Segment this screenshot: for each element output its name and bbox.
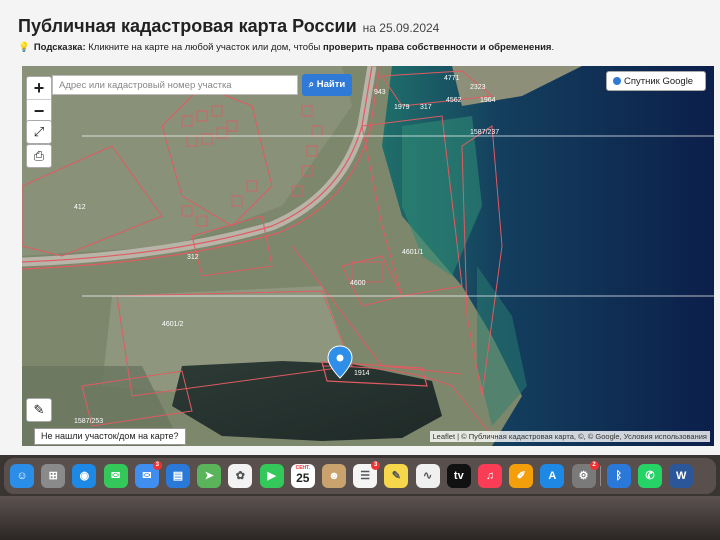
map-label: 943: [374, 89, 386, 96]
map-label: 1587/253: [74, 418, 103, 425]
laptop-bezel: [0, 496, 720, 540]
zoom-out-button[interactable]: −: [27, 99, 51, 122]
dock-pages-icon[interactable]: ✐: [509, 464, 534, 488]
map-label: 317: [420, 104, 432, 111]
hint-link[interactable]: проверить права собственности и обремене…: [323, 42, 551, 53]
dock-app-store-icon[interactable]: A: [540, 464, 565, 488]
search-input[interactable]: [52, 75, 298, 95]
map-label: 4771: [444, 75, 460, 82]
map-label: 1979: [394, 104, 410, 111]
search-icon: ⌕: [308, 79, 315, 90]
dock-freeform-icon[interactable]: ∿: [415, 464, 440, 488]
map-label: 4600: [350, 280, 366, 287]
cadastral-map[interactable]: 412 312 4601/1 4601/2 4600 1587/237 1587…: [22, 66, 714, 446]
zoom-in-button[interactable]: +: [27, 77, 51, 99]
dock-reminders-icon[interactable]: ☰ 3: [353, 461, 381, 488]
fullscreen-icon[interactable]: ⤢: [26, 120, 52, 144]
dock-contacts-icon[interactable]: ☻: [322, 464, 346, 488]
dock-launchpad-icon[interactable]: ⊞: [41, 464, 66, 488]
map-label: 412: [74, 204, 86, 211]
map-label: 1587/237: [470, 129, 499, 136]
map-label: 4601/2: [162, 321, 184, 328]
draw-pencil-icon[interactable]: ✎: [26, 398, 52, 422]
dock-apple-tv-icon[interactable]: tv: [446, 464, 471, 488]
map-label: 2323: [470, 84, 486, 91]
dock-mail-icon[interactable]: ✉ 3: [134, 461, 162, 488]
map-label: 1914: [354, 370, 370, 377]
calendar-day: 25: [296, 471, 310, 485]
dock-calendar-icon[interactable]: СЕНТ. 25: [290, 464, 315, 488]
hint-label: Подсказка:: [33, 42, 86, 53]
find-button[interactable]: ⌕ Найти: [302, 74, 352, 96]
notification-badge: 2: [589, 461, 599, 470]
dock-whatsapp-icon[interactable]: ✆: [638, 464, 662, 488]
dock-maps-icon[interactable]: ➤: [197, 464, 222, 488]
layer-select[interactable]: Спутник Google: [606, 71, 706, 91]
notification-badge: 3: [371, 461, 381, 470]
dock-bluetooth-icon[interactable]: ᛒ: [606, 464, 631, 488]
dock-music-icon[interactable]: ♫: [478, 464, 502, 488]
layer-select-label: Спутник Google: [624, 76, 694, 87]
dock-finder-icon[interactable]: ☺: [10, 464, 34, 488]
map-label: 312: [187, 254, 199, 261]
dock-safari-icon[interactable]: ◉: [72, 464, 97, 488]
print-icon[interactable]: ⎙: [26, 144, 52, 168]
radio-icon: [613, 77, 621, 85]
hint: 💡 Подсказка: Кликните на карте на любой у…: [18, 42, 554, 53]
hint-end: .: [551, 42, 555, 53]
map-label: 4601/1: [402, 249, 424, 256]
zoom-control: + −: [26, 76, 52, 123]
page-date: на 25.09.2024: [362, 21, 440, 35]
dock-facetime-icon[interactable]: ▶: [259, 464, 284, 488]
find-button-label: Найти: [316, 79, 346, 90]
hint-text: Кликните на карте на любой участок или д…: [88, 42, 321, 53]
lightbulb-icon: 💡: [18, 42, 30, 53]
dock-messages-icon[interactable]: ✉: [103, 464, 128, 488]
dock-word-icon[interactable]: W: [669, 464, 694, 488]
dock-keynote-icon[interactable]: ▤: [166, 464, 190, 488]
browser-page: Публичная кадастровая карта России на 25.…: [0, 0, 720, 455]
map-attribution: Leaflet | © Публичная кадастровая карта,…: [429, 431, 710, 442]
dock-photos-icon[interactable]: ✿: [228, 464, 253, 488]
map-label: 4562: [446, 97, 462, 104]
satellite-imagery: 412 312 4601/1 4601/2 4600 1587/237 1587…: [22, 66, 714, 446]
dock-system-settings-icon[interactable]: ⚙ 2: [571, 461, 599, 488]
map-label: 1964: [480, 97, 496, 104]
dock-separator: [599, 466, 601, 486]
page-title-text: Публичная кадастровая карта России: [18, 16, 357, 36]
not-found-link[interactable]: Не нашли участок/дом на карте?: [34, 428, 186, 445]
page-title: Публичная кадастровая карта России на 25.…: [18, 16, 439, 37]
notification-badge: 3: [152, 461, 162, 470]
mac-dock: ☺ ⊞ ◉ ✉ ✉ 3 ▤ ➤ ✿ ▶ СЕНТ. 25 ☻ ☰ 3 ✎ ∿ tv ♫ ✐ A ⚙ 2 ᛒ ✆ W: [4, 458, 716, 494]
dock-notes-icon[interactable]: ✎: [384, 464, 409, 488]
